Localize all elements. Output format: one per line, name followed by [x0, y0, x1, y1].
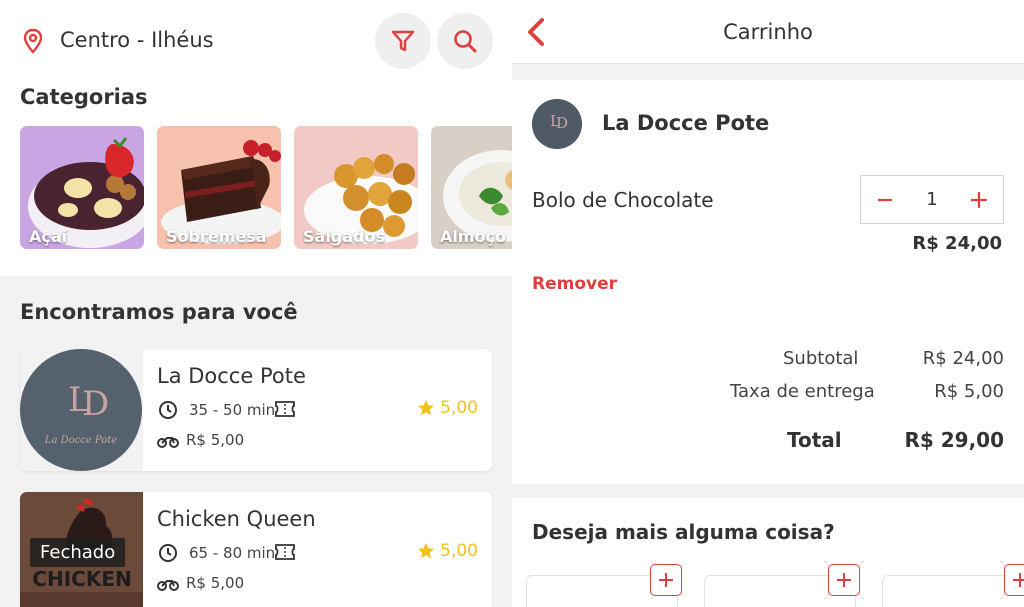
- page-title: Carrinho: [723, 20, 813, 44]
- categories-title: Categorias: [20, 85, 148, 109]
- rating-value: 5,00: [440, 398, 478, 418]
- rating: 5,00: [417, 541, 478, 561]
- map-pin-icon[interactable]: [22, 28, 44, 54]
- suggestion-card[interactable]: [882, 575, 1024, 607]
- svg-text:La Docce Pote: La Docce Pote: [44, 435, 117, 446]
- found-title: Encontramos para você: [20, 300, 298, 324]
- filter-button[interactable]: [375, 13, 431, 69]
- home-topbar: Centro - Ilhéus: [0, 0, 512, 70]
- restaurant-logo: L D La Docce Pote: [20, 349, 143, 471]
- star-icon: [418, 543, 435, 559]
- add-suggestion-button[interactable]: [1004, 564, 1024, 596]
- ticket-icon: [275, 401, 295, 417]
- decrease-button[interactable]: [873, 188, 897, 212]
- search-icon: [454, 30, 477, 53]
- store-logo-image: L D: [532, 99, 582, 149]
- delivery-time: 35 - 50 min: [189, 401, 276, 419]
- filter-icon: [391, 30, 415, 52]
- motorcycle-icon: [157, 580, 179, 591]
- plus-icon: [837, 573, 851, 587]
- quantity-value: 1: [926, 189, 938, 210]
- delivery-fee: R$ 5,00: [186, 574, 245, 592]
- plus-icon: [1013, 573, 1024, 587]
- category-acai[interactable]: Açaí: [20, 126, 144, 249]
- rating-value: 5,00: [440, 541, 478, 561]
- plus-icon: [970, 191, 987, 208]
- clock-icon: [159, 544, 177, 562]
- app-root: Centro - Ilhéus Categorias Açaí Sobremes…: [0, 0, 1024, 607]
- restaurant-name: Chicken Queen: [157, 507, 316, 531]
- suggestions-title: Deseja mais alguma coisa?: [532, 520, 835, 544]
- search-button[interactable]: [437, 13, 493, 69]
- store-avatar: L D: [532, 99, 582, 149]
- item-name: Bolo de Chocolate: [532, 188, 714, 212]
- closed-badge: Fechado: [30, 538, 126, 567]
- clock-icon: [159, 401, 177, 419]
- add-suggestion-button[interactable]: [828, 564, 860, 596]
- category-sobremesa[interactable]: Sobremesa: [157, 126, 281, 249]
- remove-button[interactable]: Remover: [532, 274, 617, 294]
- motorcycle-icon: [157, 437, 179, 448]
- category-almoco[interactable]: Almoço: [431, 126, 512, 249]
- total-value: R$ 29,00: [904, 428, 1004, 452]
- subtotal-value: R$ 24,00: [922, 348, 1004, 369]
- suggestions-section: Deseja mais alguma coisa?: [512, 498, 1024, 607]
- rating: 5,00: [417, 398, 478, 418]
- cart-header: Carrinho: [512, 0, 1024, 64]
- svg-text:D: D: [82, 384, 109, 424]
- store-name: La Docce Pote: [602, 111, 770, 135]
- delivery-fee-value: R$ 5,00: [934, 381, 1004, 402]
- restaurant-name: La Docce Pote: [157, 364, 306, 388]
- category-label: Almoço: [440, 227, 507, 246]
- svg-text:D: D: [556, 114, 568, 132]
- increase-button[interactable]: [967, 188, 991, 212]
- home-screen: Centro - Ilhéus Categorias Açaí Sobremes…: [0, 0, 512, 607]
- category-label: Sobremesa: [166, 227, 267, 246]
- restaurant-card[interactable]: L D La Docce Pote La Docce Pote 35 - 50 …: [20, 349, 492, 471]
- category-label: Salgados: [303, 227, 386, 246]
- add-suggestion-button[interactable]: [650, 564, 682, 596]
- location-label[interactable]: Centro - Ilhéus: [60, 28, 214, 52]
- restaurant-card[interactable]: CHICKEN Fechado Chicken Queen 65 - 80 mi…: [20, 492, 492, 607]
- delivery-time: 65 - 80 min: [189, 544, 276, 562]
- minus-icon: [878, 198, 892, 201]
- category-label: Açaí: [29, 227, 68, 246]
- total-label: Total: [787, 428, 842, 452]
- delivery-fee-label: Taxa de entrega: [730, 381, 875, 402]
- delivery-fee: R$ 5,00: [186, 431, 245, 449]
- plus-icon: [659, 573, 673, 587]
- item-price: R$ 24,00: [912, 233, 1002, 254]
- svg-text:CHICKEN: CHICKEN: [32, 567, 131, 591]
- quantity-stepper[interactable]: 1: [860, 175, 1004, 224]
- cart-body: L D La Docce Pote Bolo de Chocolate 1 R$…: [512, 80, 1024, 484]
- cart-screen: Carrinho L D La Docce Pote Bolo de Choco…: [512, 0, 1024, 607]
- categories-section: Categorias Açaí Sobremesa Salgados Almoç…: [0, 70, 512, 276]
- ticket-icon: [275, 544, 295, 560]
- subtotal-label: Subtotal: [783, 348, 859, 369]
- category-salgados[interactable]: Salgados: [294, 126, 418, 249]
- star-icon: [418, 400, 435, 416]
